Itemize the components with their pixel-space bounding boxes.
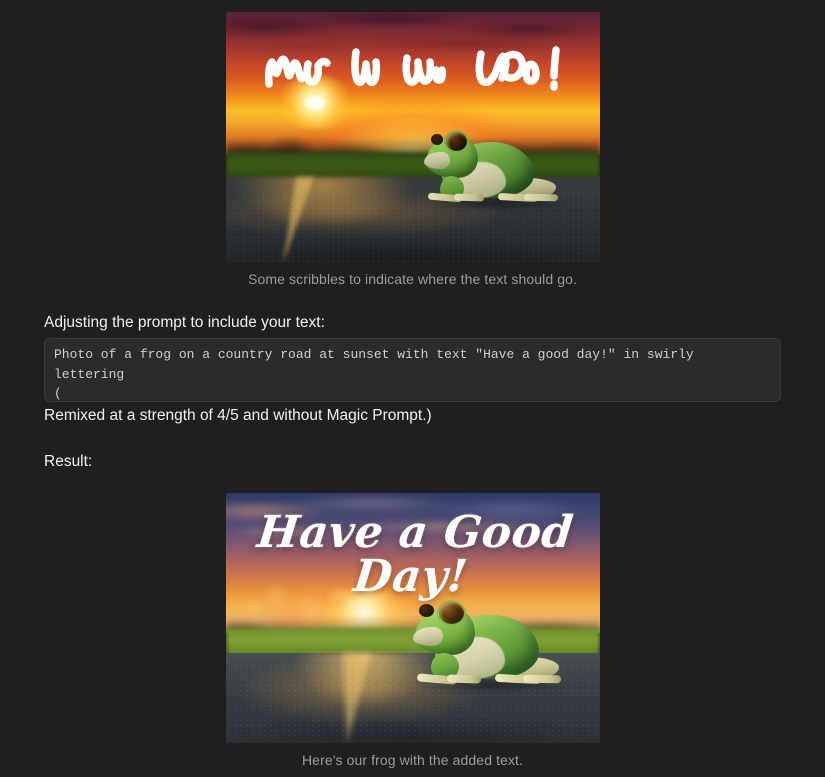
frog-toe <box>446 674 481 684</box>
figure-scribbles: Some scribbles to indicate where the tex… <box>0 12 825 287</box>
remix-settings-note: Remixed at a strength of 4/5 and without… <box>44 407 432 424</box>
frog-snout <box>412 627 443 646</box>
result-label: Result: <box>44 453 93 470</box>
generated-overlay-text: Have a Good Day! <box>254 506 576 602</box>
prompt-input[interactable] <box>44 338 781 402</box>
frog-toe <box>522 674 561 684</box>
frog-eye <box>438 602 464 624</box>
page-root: Some scribbles to indicate where the tex… <box>0 0 825 777</box>
frog-subject <box>412 593 578 718</box>
sunset-scene-1 <box>225 12 600 262</box>
figure-result: Have a Good Day! Here's our frog with th… <box>0 493 825 768</box>
figure-caption-result: Here's our frog with the added text. <box>301 752 524 768</box>
frog-far-eye <box>418 604 434 617</box>
prompt-section-heading: Adjusting the prompt to include your tex… <box>44 314 325 331</box>
scribble-annotation-overlay <box>264 46 560 91</box>
sunset-scene-2: Have a Good Day! <box>225 493 600 743</box>
figure-caption-scribbles: Some scribbles to indicate where the tex… <box>248 271 577 287</box>
image-frog-with-text[interactable]: Have a Good Day! <box>225 493 600 743</box>
image-frog-with-scribbles[interactable] <box>225 12 600 262</box>
